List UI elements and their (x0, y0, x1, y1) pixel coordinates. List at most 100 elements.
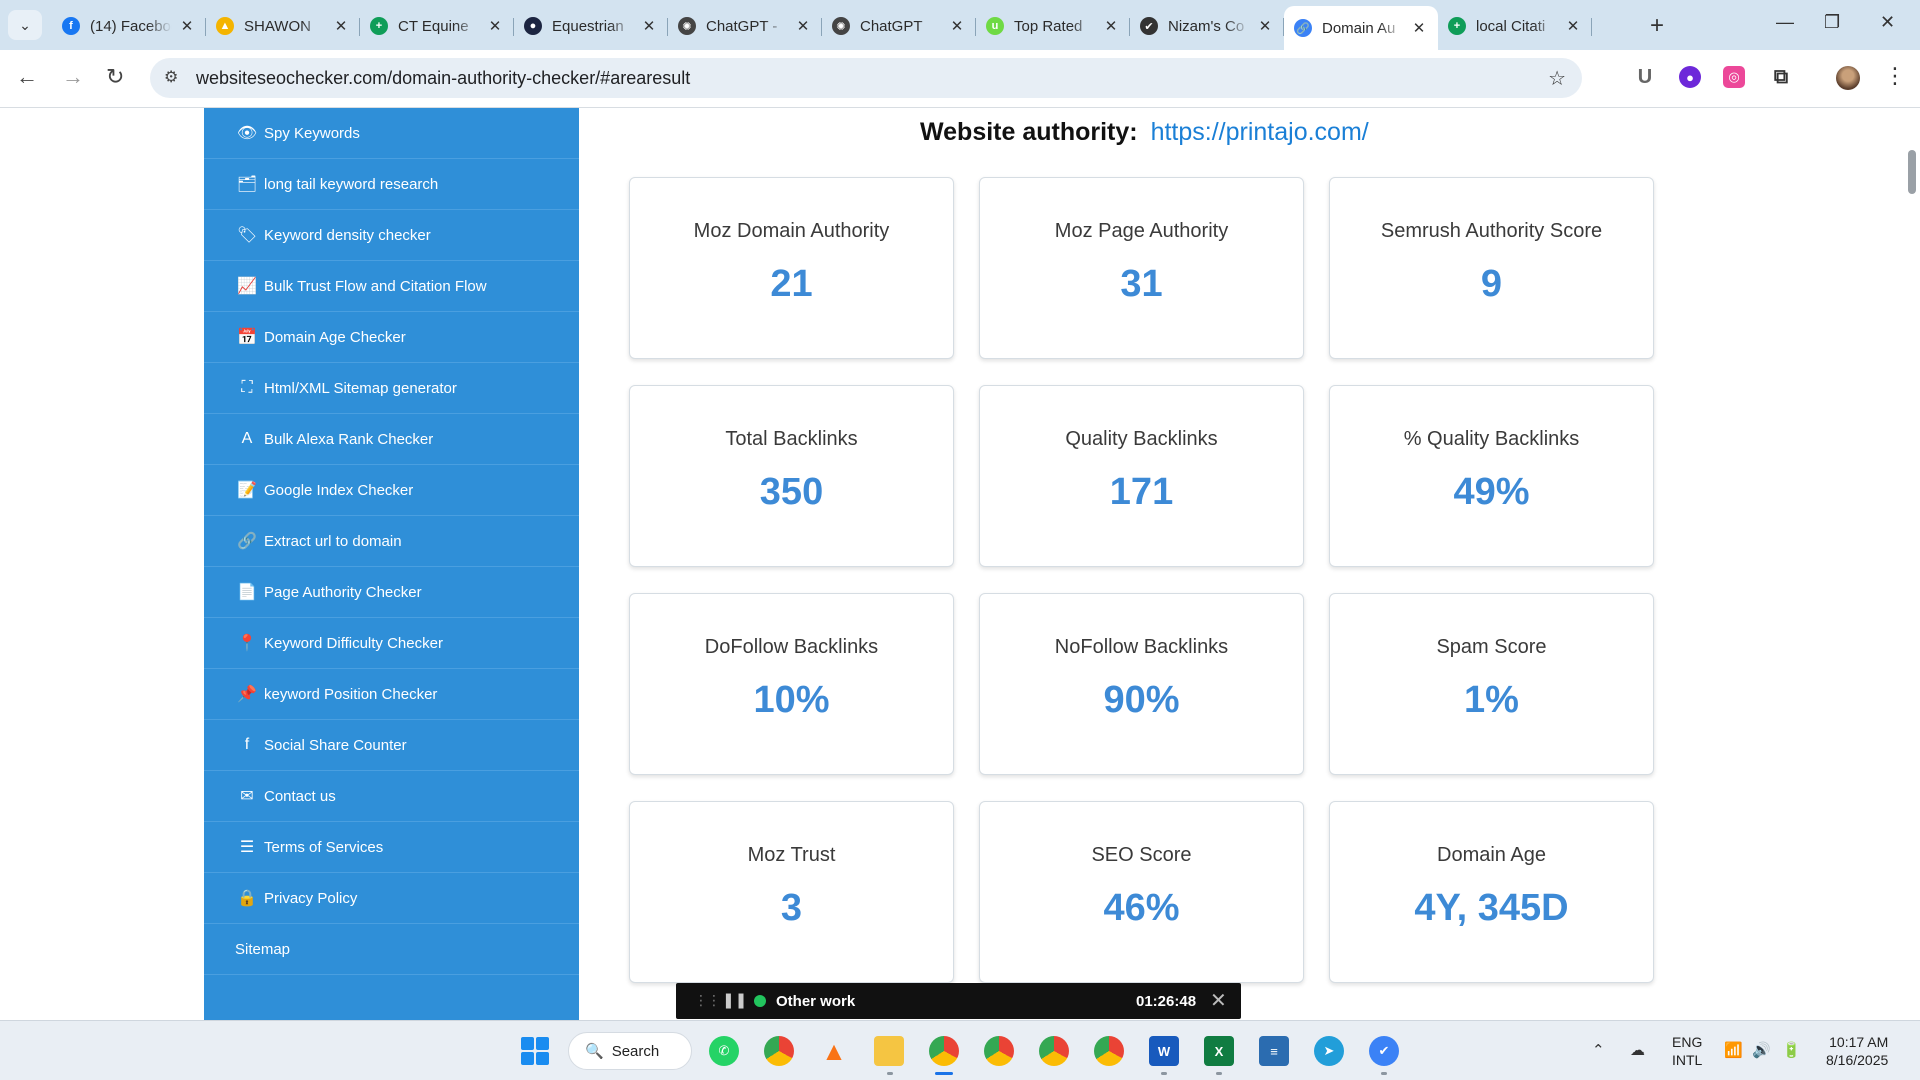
sidebar-item[interactable]: 🔗 Extract url to domain (204, 516, 579, 567)
sidebar-item[interactable]: 📌 keyword Position Checker (204, 669, 579, 720)
telegram-icon[interactable]: ➤ (1314, 1036, 1344, 1066)
tracker-app-icon[interactable]: ✔ (1369, 1036, 1399, 1066)
reload-button[interactable]: ↻ (106, 64, 124, 90)
onedrive-icon[interactable]: ☁ (1630, 1041, 1645, 1059)
tab-close-icon[interactable]: ✕ (332, 17, 350, 35)
browser-tab[interactable]: ▲ SHAWON ✕ (206, 6, 360, 46)
taskbar-search[interactable]: 🔍 Search (568, 1032, 692, 1070)
tab-search-button[interactable]: ⌄ (8, 10, 42, 40)
page-title: Website authority: https://printajo.com/ (920, 118, 1369, 147)
pause-icon[interactable]: ❚❚ (722, 991, 747, 1009)
tab-close-icon[interactable]: ✕ (1410, 19, 1428, 37)
keyword-research-icon: 🗂 (236, 176, 258, 193)
chrome-profile-icon[interactable] (1094, 1036, 1124, 1066)
google-sheets-icon: + (1448, 17, 1466, 35)
sidebar-item-sitemap[interactable]: Sitemap (204, 924, 579, 975)
chrome-icon[interactable] (764, 1036, 794, 1066)
result-site-link[interactable]: https://printajo.com/ (1151, 118, 1369, 146)
close-window-button[interactable]: ✕ (1880, 12, 1895, 33)
language-indicator[interactable]: ENG INTL (1672, 1033, 1702, 1069)
metric-value: 350 (759, 471, 824, 513)
browser-tab[interactable]: u Top Rated ✕ (976, 6, 1130, 46)
scrollbar-thumb[interactable] (1908, 150, 1916, 194)
excel-icon[interactable]: X (1204, 1036, 1234, 1066)
browser-tab[interactable]: ● Equestrian ✕ (514, 6, 668, 46)
tab-close-icon[interactable]: ✕ (1102, 17, 1120, 35)
sidebar-item[interactable]: A Bulk Alexa Rank Checker (204, 414, 579, 465)
page-viewport: 👁 Spy Keywords 🗂 long tail keyword research… (0, 108, 1920, 1020)
tab-close-icon[interactable]: ✕ (178, 17, 196, 35)
browser-menu-icon[interactable]: ⋮ (1884, 63, 1906, 89)
system-clock[interactable]: 10:17 AM 8/16/2025 (1826, 1033, 1888, 1069)
time-tracker-widget: ⋮⋮ ❚❚ Other work 01:26:48 ✕ (676, 983, 1241, 1019)
extension-instagram-icon[interactable]: ◎ (1723, 66, 1745, 88)
minimize-button[interactable]: — (1776, 12, 1794, 33)
back-button[interactable]: ← (16, 64, 38, 90)
close-icon[interactable]: ✕ (1210, 988, 1227, 1013)
battery-icon[interactable]: 🔋 (1782, 1041, 1801, 1059)
sidebar-item-label: Keyword Difficulty Checker (264, 634, 443, 652)
url-text[interactable]: websiteseochecker.com/domain-authority-c… (196, 68, 690, 89)
chevron-up-icon[interactable]: ⌃ (1592, 1041, 1605, 1059)
sidebar-item[interactable]: 📝 Google Index Checker (204, 465, 579, 516)
browser-tab[interactable]: ✺ ChatGPT - ✕ (668, 6, 822, 46)
new-tab-button[interactable]: + (1650, 12, 1664, 40)
tab-title: Top Rated (1014, 17, 1083, 35)
browser-tab[interactable]: ✺ ChatGPT ✕ (822, 6, 976, 46)
tag-icon: 🏷 (236, 227, 258, 244)
clock-date: 8/16/2025 (1826, 1052, 1889, 1068)
restore-button[interactable]: ❐ (1824, 12, 1840, 33)
sidebar-item[interactable]: 📄 Page Authority Checker (204, 567, 579, 618)
sidebar-item[interactable]: f Social Share Counter (204, 720, 579, 771)
extension-u-icon[interactable]: U (1634, 66, 1656, 88)
tab-close-icon[interactable]: ✕ (948, 17, 966, 35)
metric-value: 49% (1453, 471, 1530, 513)
sidebar-item[interactable]: 📅 Domain Age Checker (204, 312, 579, 363)
sidebar-item[interactable]: 📍 Keyword Difficulty Checker (204, 618, 579, 669)
forward-button[interactable]: → (62, 64, 84, 90)
chrome-profile-icon[interactable] (1039, 1036, 1069, 1066)
tab-close-icon[interactable]: ✕ (1256, 17, 1274, 35)
sidebar-item[interactable]: 🏷 Keyword density checker (204, 210, 579, 261)
whatsapp-icon[interactable]: ✆ (709, 1036, 739, 1066)
wifi-icon[interactable]: 📶 (1724, 1041, 1743, 1059)
volume-icon[interactable]: 🔊 (1752, 1041, 1771, 1059)
address-bar[interactable]: ⚙ websiteseochecker.com/domain-authority… (150, 58, 1582, 98)
sidebar-item[interactable]: ⛶ Html/XML Sitemap generator (204, 363, 579, 414)
sidebar-item[interactable]: ☰ Terms of Services (204, 822, 579, 873)
profile-avatar[interactable] (1836, 66, 1860, 90)
tab-close-icon[interactable]: ✕ (794, 17, 812, 35)
browser-tab[interactable]: f (14) Facebook ✕ (52, 6, 206, 46)
extensions-puzzle-icon[interactable]: ⧉ (1770, 66, 1792, 88)
chrome-profile-icon[interactable] (929, 1036, 959, 1066)
metric-label: DoFollow Backlinks (704, 636, 879, 658)
bookmark-star-icon[interactable]: ☆ (1548, 66, 1566, 91)
sidebar-item-label: Html/XML Sitemap generator (264, 379, 457, 397)
browser-tab[interactable]: ✔ Nizam's Co ✕ (1130, 6, 1284, 46)
tab-close-icon[interactable]: ✕ (640, 17, 658, 35)
file-explorer-icon[interactable] (874, 1036, 904, 1066)
result-panel: Website authority: https://printajo.com/… (579, 108, 1899, 1020)
chrome-profile-icon[interactable] (984, 1036, 1014, 1066)
running-indicator (1381, 1072, 1387, 1075)
sidebar-item[interactable]: 📈 Bulk Trust Flow and Citation Flow (204, 261, 579, 312)
tab-close-icon[interactable]: ✕ (486, 17, 504, 35)
browser-tab[interactable]: + CT Equine ✕ (360, 6, 514, 46)
sidebar-item[interactable]: 🗂 long tail keyword research (204, 159, 579, 210)
windows-start-icon[interactable] (521, 1037, 549, 1065)
extension-chat-icon[interactable]: ● (1679, 66, 1701, 88)
sidebar-item[interactable]: 👁 Spy Keywords (204, 108, 579, 159)
browser-tab[interactable]: 🔗 Domain Au ✕ (1284, 6, 1438, 50)
tab-close-icon[interactable]: ✕ (1564, 17, 1582, 35)
site-info-icon[interactable]: ⚙ (164, 67, 178, 87)
metric-value: 21 (770, 263, 813, 305)
arrow-right-icon: → (62, 64, 84, 89)
vlc-icon[interactable]: ▲ (819, 1036, 849, 1066)
page-icon: 📄 (237, 584, 257, 601)
drag-handle-icon[interactable]: ⋮⋮ (694, 992, 721, 1009)
sidebar-item[interactable]: 🔒 Privacy Policy (204, 873, 579, 924)
browser-tab[interactable]: + local Citati ✕ (1438, 6, 1592, 46)
sidebar-item[interactable]: ✉ Contact us (204, 771, 579, 822)
word-icon[interactable]: W (1149, 1036, 1179, 1066)
notepad-icon[interactable]: ≡ (1259, 1036, 1289, 1066)
